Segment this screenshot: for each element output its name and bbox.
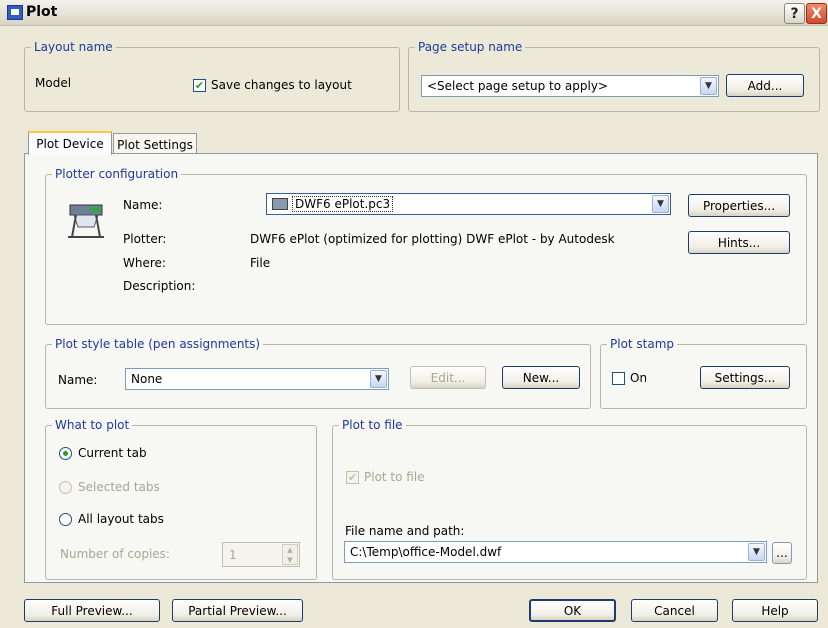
properties-button[interactable]: Properties... xyxy=(688,194,790,217)
plot-to-file-label[interactable]: Plot to file xyxy=(364,470,425,484)
plot-app-icon xyxy=(7,5,23,20)
layout-name-legend: Layout name xyxy=(34,40,113,54)
plot-stamp-on-label[interactable]: On xyxy=(630,371,647,385)
plot-stamp-on-checkbox[interactable] xyxy=(612,372,625,385)
plot-stamp-settings-button[interactable]: Settings... xyxy=(700,366,790,389)
plot-to-file-legend: Plot to file xyxy=(342,418,403,432)
where-value: File xyxy=(250,256,271,270)
tab-plot-device[interactable]: Plot Device xyxy=(28,131,112,155)
help-title-button[interactable]: ? xyxy=(784,3,805,24)
help-button[interactable]: Help xyxy=(732,599,818,622)
plot-style-select[interactable]: None ▼ xyxy=(125,368,389,390)
what-to-plot-legend: What to plot xyxy=(55,418,130,432)
cancel-button[interactable]: Cancel xyxy=(631,599,718,622)
copies-stepper[interactable]: 1 ▲ ▼ xyxy=(222,542,300,567)
plotter-name-select[interactable]: DWF6 ePlot.pc3 ▼ xyxy=(266,193,671,215)
plotter-label: Plotter: xyxy=(123,232,167,246)
plot-style-name-label: Name: xyxy=(58,373,98,387)
full-preview-button[interactable]: Full Preview... xyxy=(24,599,160,622)
file-path-select[interactable]: C:\Temp\office-Model.dwf ▼ xyxy=(344,541,767,563)
tab-plot-settings[interactable]: Plot Settings xyxy=(113,133,197,155)
partial-preview-button[interactable]: Partial Preview... xyxy=(172,599,303,622)
layout-name-group: Layout name xyxy=(24,40,400,112)
file-path-label: File name and path: xyxy=(345,524,465,538)
page-setup-select[interactable]: <Select page setup to apply> ▼ xyxy=(421,75,719,97)
chevron-down-icon[interactable]: ▼ xyxy=(652,195,669,213)
close-window-button[interactable]: X xyxy=(806,3,827,24)
selected-tabs-radio[interactable] xyxy=(59,481,72,494)
plotter-value: DWF6 ePlot (optimized for plotting) DWF … xyxy=(250,232,615,246)
hints-button[interactable]: Hints... xyxy=(688,231,790,254)
plotter-name-label: Name: xyxy=(123,198,163,212)
add-page-setup-button[interactable]: Add... xyxy=(726,74,804,97)
plot-style-legend: Plot style table (pen assignments) xyxy=(55,337,261,351)
layout-name-value: Model xyxy=(35,76,72,90)
plot-stamp-legend: Plot stamp xyxy=(610,337,675,351)
all-layout-tabs-radio[interactable] xyxy=(59,513,72,526)
plotter-name-value: DWF6 ePlot.pc3 xyxy=(292,196,394,212)
browse-file-button[interactable]: ... xyxy=(772,542,792,564)
title-bar[interactable]: Plot ? X xyxy=(0,0,828,26)
edit-plot-style-button[interactable]: Edit... xyxy=(410,366,486,389)
save-changes-checkbox[interactable]: ✔ xyxy=(193,79,206,92)
plotter-configuration-legend: Plotter configuration xyxy=(55,167,179,181)
chevron-down-icon[interactable]: ▼ xyxy=(700,77,717,95)
where-label: Where: xyxy=(123,256,166,270)
page-setup-legend: Page setup name xyxy=(418,40,523,54)
plot-style-select-value: None xyxy=(131,372,163,386)
plot-to-file-checkbox[interactable]: ✔ xyxy=(346,471,359,484)
page-setup-select-value: <Select page setup to apply> xyxy=(427,79,608,93)
stepper-arrows-icon[interactable]: ▲ ▼ xyxy=(282,544,298,565)
chevron-down-icon[interactable]: ▼ xyxy=(748,543,765,561)
window-title: Plot xyxy=(26,4,58,20)
copies-label: Number of copies: xyxy=(60,547,170,561)
all-layout-tabs-label[interactable]: All layout tabs xyxy=(78,512,164,526)
plotter-icon xyxy=(68,204,104,238)
chevron-down-icon[interactable]: ▼ xyxy=(370,370,387,388)
current-tab-radio[interactable] xyxy=(59,447,72,460)
save-changes-label[interactable]: Save changes to layout xyxy=(211,78,352,92)
copies-value: 1 xyxy=(229,547,237,562)
current-tab-label[interactable]: Current tab xyxy=(78,446,147,460)
ok-button[interactable]: OK xyxy=(529,599,616,622)
selected-tabs-label[interactable]: Selected tabs xyxy=(78,480,160,494)
description-label: Description: xyxy=(123,279,196,293)
plotter-config-icon xyxy=(272,198,288,210)
new-plot-style-button[interactable]: New... xyxy=(502,366,580,389)
file-path-value: C:\Temp\office-Model.dwf xyxy=(350,545,502,559)
